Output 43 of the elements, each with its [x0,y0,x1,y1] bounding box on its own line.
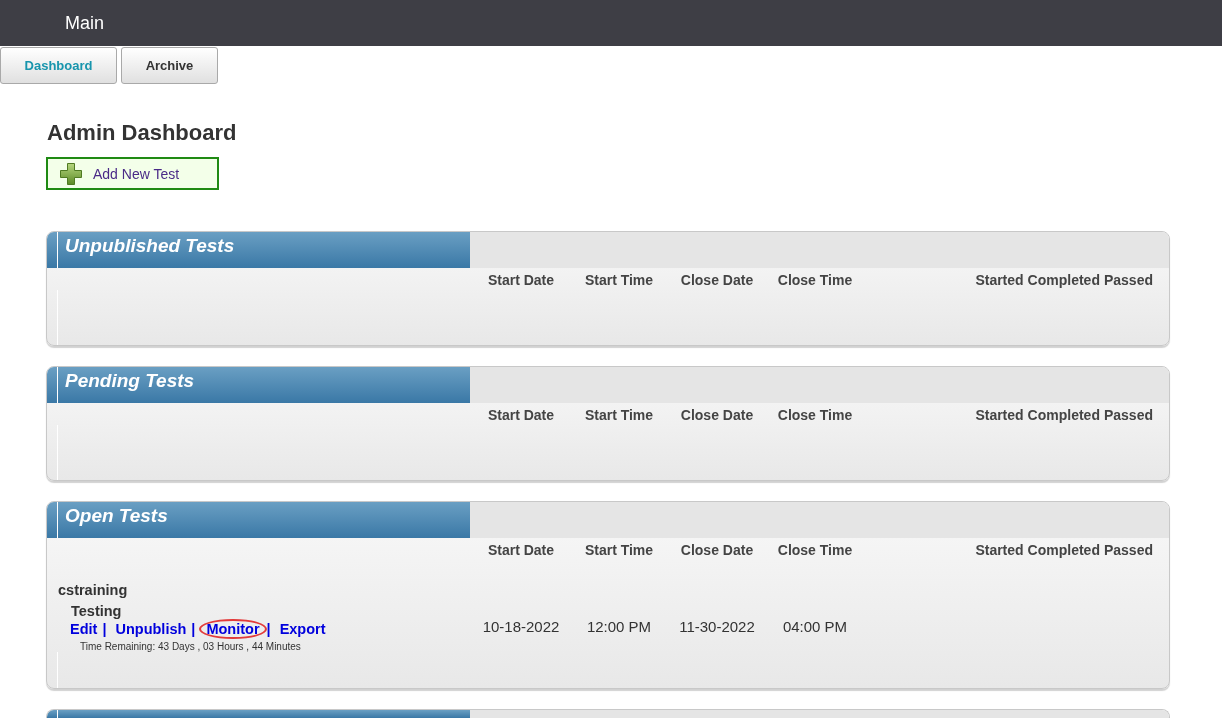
tab[interactable]: Archive [121,47,218,84]
column-header: Completed [1027,271,1100,290]
time-remaining: Time Remaining: 43 Days , 03 Hours , 44 Minutes [80,641,301,652]
column-header: Close Time [776,406,854,425]
plus-icon [60,162,82,185]
column-header: Started [975,541,1024,560]
column-header: Completed [1027,406,1100,425]
column-header: Started [975,271,1024,290]
action-link[interactable]: Edit [65,619,103,639]
column-header: Close Date [679,271,755,290]
section-title: Pending Tests [47,367,470,403]
column-header: Passed [1103,541,1153,560]
table-cell-text: 12:00 PM [585,618,653,636]
section-title: Unpublished Tests [47,232,470,268]
column-header: Close Date [679,406,755,425]
column-header: Close Date [679,541,755,560]
column-header: Passed [1103,271,1153,290]
column-header: Start Time [583,541,655,560]
test-name: Testing [70,602,122,620]
column-header: Start Date [486,406,556,425]
add-new-test-button[interactable]: Add New Test [46,157,219,190]
link-separator: | [191,620,196,638]
column-header: Close Time [776,271,854,290]
action-link[interactable]: Unpublish [110,619,192,639]
column-header: Passed [1103,406,1153,425]
link-separator: | [266,620,271,638]
table-cell-text: 11-30-2022 [678,618,756,636]
section-title: Open Tests [47,502,470,538]
column-header: Completed [1027,541,1100,560]
action-link[interactable]: Export [274,619,331,639]
group-name: cstraining [58,582,128,598]
column-header: Start Time [583,406,655,425]
action-link[interactable]: Monitor [199,619,267,639]
link-separator: | [102,620,107,638]
column-header: Start Date [486,541,556,560]
column-header: Start Time [583,271,655,290]
column-header: Started [975,406,1024,425]
top-bar-title: Main [65,12,104,34]
table-cell-text: 04:00 PM [781,618,849,636]
column-header: Start Date [486,271,556,290]
column-header: Close Time [776,541,854,560]
table-cell-text: 10-18-2022 [481,618,561,636]
page-title: Admin Dashboard [47,120,237,146]
